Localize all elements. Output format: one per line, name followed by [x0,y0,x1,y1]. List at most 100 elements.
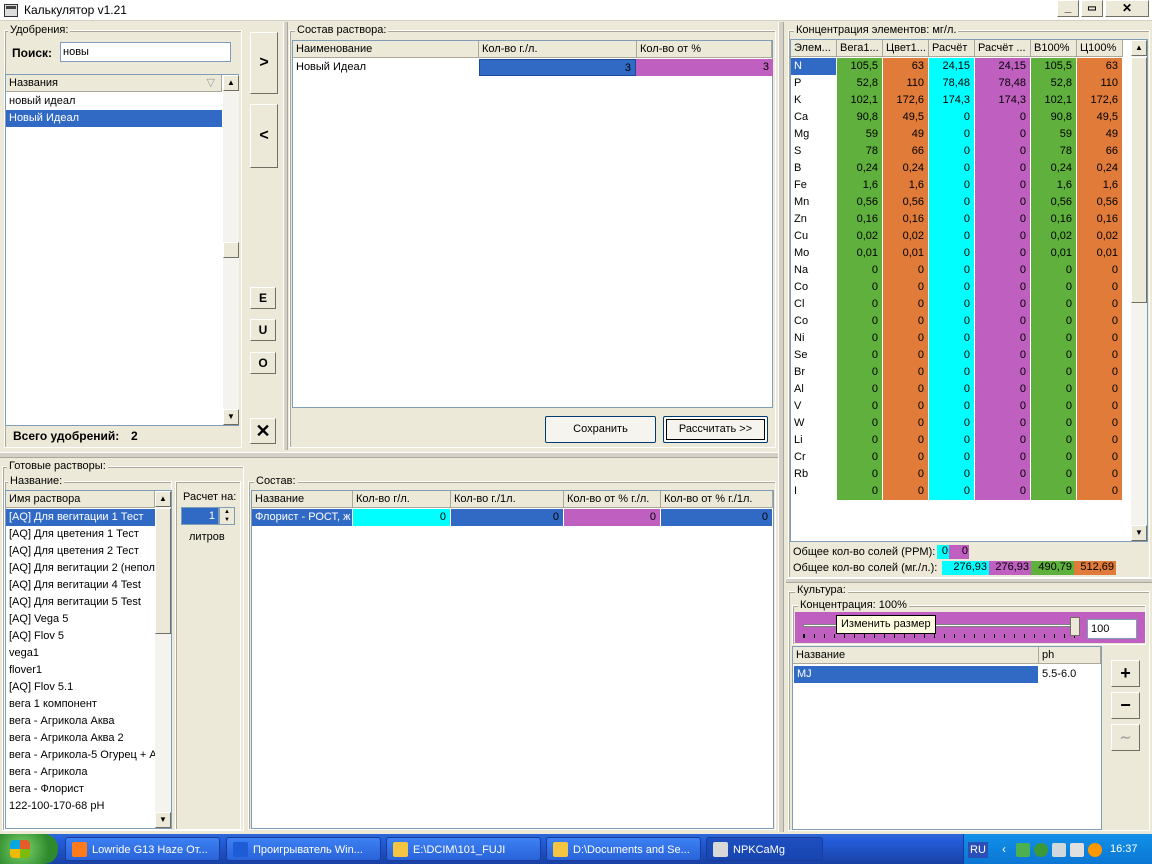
solution-row-pct[interactable]: 3 [636,59,773,76]
concentration-value[interactable]: 0 [837,330,883,347]
concentration-value[interactable]: 0,16 [1031,211,1077,228]
concentration-col-header[interactable]: Цвет1... [883,40,929,57]
concentration-value[interactable]: 0 [975,177,1031,194]
concentration-value[interactable]: 0 [975,415,1031,432]
concentration-value[interactable]: 90,8 [837,109,883,126]
concentration-value[interactable]: 0 [975,483,1031,500]
concentration-col-header[interactable]: Ц100% [1077,40,1123,57]
composition-col-header[interactable]: Кол-во от % г./1л. [661,491,773,508]
culture-col-ph[interactable]: ph [1039,647,1101,664]
concentration-value[interactable]: 0 [837,296,883,313]
concentration-value[interactable]: 0 [975,245,1031,262]
concentration-value[interactable]: 0 [929,228,975,245]
save-button[interactable]: Сохранить [545,416,656,443]
concentration-value[interactable]: 0,24 [1077,160,1123,177]
concentration-value[interactable]: 1,6 [883,177,929,194]
concentration-value[interactable]: 0 [1031,415,1077,432]
concentration-table[interactable]: Элем... Вега1... Цвет1... Расчёт Расчёт ... В… [790,39,1148,542]
concentration-value[interactable]: 110 [1077,75,1123,92]
concentration-value[interactable]: 0 [837,364,883,381]
concentration-value[interactable]: 0 [929,211,975,228]
scroll-down-arrow[interactable]: ▼ [223,409,239,425]
concentration-value[interactable]: 0 [929,466,975,483]
concentration-value[interactable]: 0 [883,398,929,415]
concentration-value[interactable]: 0 [837,466,883,483]
concentration-value[interactable]: 0,01 [883,245,929,262]
concentration-scrollbar[interactable]: ▲ ▼ [1131,40,1147,541]
tray-antivirus-icon[interactable] [1034,843,1048,857]
concentration-value[interactable]: 0 [1031,483,1077,500]
concentration-col-header[interactable]: В100% [1031,40,1077,57]
concentration-value[interactable]: 1,6 [837,177,883,194]
concentration-value[interactable]: 24,15 [929,58,975,75]
ready-solution-item[interactable]: вега 1 компонент [6,696,155,713]
concentration-value[interactable]: 0 [929,398,975,415]
concentration-value[interactable]: 0,01 [1031,245,1077,262]
minimize-button[interactable]: _ [1057,0,1079,17]
ready-solution-item[interactable]: [AQ] Для вегитации 4 Test [6,577,155,594]
ready-solutions-list[interactable]: Имя раствора [AQ] Для вегитации 1 Тест [A… [5,490,172,829]
concentration-value[interactable]: 0 [837,262,883,279]
concentration-value[interactable]: 0 [1077,398,1123,415]
solution-row-qty[interactable]: 3 [479,59,636,76]
concentration-value[interactable]: 52,8 [837,75,883,92]
ready-solution-item[interactable]: [AQ] Flov 5 [6,628,155,645]
concentration-value[interactable]: 0 [929,177,975,194]
culture-row-name[interactable]: MJ [794,666,1038,683]
element-symbol[interactable]: Li [791,432,837,449]
concentration-value[interactable]: 0 [975,194,1031,211]
tray-expand-icon[interactable]: ‹ [1002,842,1006,856]
concentration-value[interactable]: 0 [975,211,1031,228]
element-symbol[interactable]: Ni [791,330,837,347]
ready-solution-item[interactable]: flover1 [6,662,155,679]
element-symbol[interactable]: Co [791,279,837,296]
concentration-value[interactable]: 78,48 [975,75,1031,92]
concentration-value[interactable]: 0 [883,449,929,466]
maximize-button[interactable]: ▭ [1081,0,1103,17]
concentration-value[interactable]: 78,48 [929,75,975,92]
concentration-value[interactable]: 0 [1077,330,1123,347]
culture-row-ph[interactable]: 5.5-6.0 [1039,666,1101,683]
concentration-value[interactable]: 0 [883,296,929,313]
fertilizer-list-header[interactable]: Названия ▽ [6,75,222,92]
concentration-value[interactable]: 0 [975,279,1031,296]
concentration-col-header[interactable]: Расчёт [929,40,975,57]
concentration-value[interactable]: 0,24 [883,160,929,177]
concentration-value[interactable]: 0 [1077,279,1123,296]
ready-list-scrollbar[interactable]: ▲ ▼ [155,491,171,828]
concentration-value[interactable]: 0 [883,483,929,500]
concentration-value[interactable]: 105,5 [1031,58,1077,75]
concentration-value[interactable]: 0 [1031,262,1077,279]
solution-col-header[interactable]: Кол-во от % [637,41,772,58]
element-symbol[interactable]: Cr [791,449,837,466]
delete-button[interactable]: ✕ [250,418,276,444]
fertilizer-item[interactable]: Новый Идеал [6,110,222,127]
solution-col-header[interactable]: Наименование [293,41,479,58]
concentration-value[interactable]: 0 [837,415,883,432]
element-symbol[interactable]: Ca [791,109,837,126]
concentration-col-header[interactable]: Вега1... [837,40,883,57]
concentration-value[interactable]: 0 [1077,466,1123,483]
concentration-value[interactable]: 0,24 [1031,160,1077,177]
element-symbol[interactable]: V [791,398,837,415]
liters-spinner[interactable]: ▲ ▼ [219,507,235,525]
concentration-value[interactable]: 0 [975,398,1031,415]
concentration-value[interactable]: 0,16 [883,211,929,228]
concentration-value[interactable]: 0 [975,313,1031,330]
ready-solution-item[interactable]: 122-100-170-68 pH [6,798,155,815]
concentration-value[interactable]: 0 [975,364,1031,381]
composition-col-header[interactable]: Название [252,491,353,508]
concentration-value[interactable]: 0,02 [1031,228,1077,245]
concentration-value[interactable]: 0 [929,245,975,262]
concentration-value[interactable]: 0 [1031,398,1077,415]
concentration-value[interactable]: 172,6 [1077,92,1123,109]
concentration-value[interactable]: 0 [975,228,1031,245]
concentration-value[interactable]: 0 [837,432,883,449]
concentration-value[interactable]: 52,8 [1031,75,1077,92]
composition-table[interactable]: Название Кол-во г/л. Кол-во г./1л. Кол-во о… [251,490,774,829]
taskbar-button[interactable]: Проигрыватель Win... [226,837,381,861]
concentration-value[interactable]: 0 [1031,432,1077,449]
taskbar-button[interactable]: Lowride G13 Haze От... [65,837,220,861]
concentration-value[interactable]: 0 [1031,330,1077,347]
concentration-value[interactable]: 0 [837,398,883,415]
